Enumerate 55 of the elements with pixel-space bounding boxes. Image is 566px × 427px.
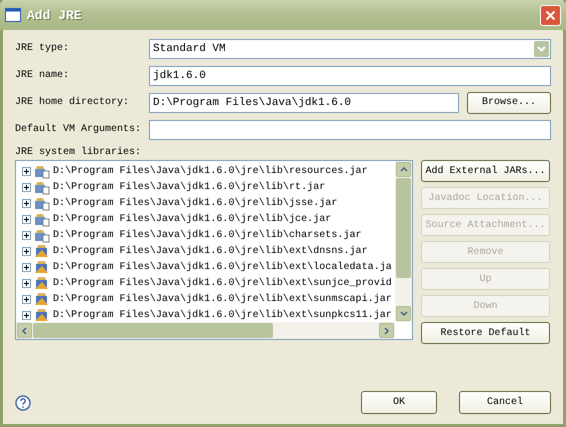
- expand-icon[interactable]: [22, 230, 31, 240]
- window-icon: [5, 8, 21, 22]
- library-button[interactable]: Restore Default: [421, 322, 550, 344]
- close-button[interactable]: [540, 4, 561, 26]
- library-path[interactable]: D:\Program Files\Java\jdk1.6.0\jre\lib\ext\dnsns.jar: [53, 246, 368, 256]
- jar-library-icon: [34, 260, 50, 274]
- input-field[interactable]: D:\Program Files\Java\jdk1.6.0: [149, 92, 459, 112]
- library-path[interactable]: D:\Program Files\Java\jdk1.6.0\jre\lib\charsets.jar: [53, 230, 362, 240]
- browse-button[interactable]: Browse...: [467, 92, 551, 114]
- jar-library-icon: [34, 196, 50, 210]
- scroll-left-icon[interactable]: [22, 326, 27, 334]
- dialog-button[interactable]: OK: [361, 391, 437, 414]
- library-path[interactable]: D:\Program Files\Java\jdk1.6.0\jre\lib\rt.jar: [53, 182, 326, 192]
- library-path[interactable]: D:\Program Files\Java\jdk1.6.0\jre\lib\ext\sunpkcs11.jar: [53, 310, 392, 320]
- jar-library-icon: [34, 228, 50, 242]
- expand-icon[interactable]: [22, 278, 31, 288]
- input-field[interactable]: [149, 120, 551, 140]
- library-button[interactable]: Add External JARs...: [421, 160, 550, 182]
- vertical-scrollbar[interactable]: [395, 161, 412, 322]
- help-icon[interactable]: [15, 394, 31, 410]
- scroll-up-icon[interactable]: [400, 167, 408, 172]
- dialog-button[interactable]: Cancel: [459, 391, 551, 414]
- library-path[interactable]: D:\Program Files\Java\jdk1.6.0\jre\lib\resources.jar: [53, 166, 368, 176]
- field-label: JRE type:: [15, 43, 70, 54]
- jar-library-icon: [34, 164, 50, 178]
- expand-icon[interactable]: [22, 262, 31, 272]
- expand-icon[interactable]: [22, 214, 31, 224]
- horizontal-scrollbar[interactable]: [16, 322, 395, 339]
- jar-library-icon: [34, 308, 50, 322]
- jre-type-dropdown[interactable]: Standard VM: [149, 38, 551, 58]
- close-icon[interactable]: [545, 10, 556, 20]
- input-field[interactable]: jdk1.6.0: [149, 66, 551, 86]
- jar-library-icon: [34, 180, 50, 194]
- jar-library-icon: [34, 292, 50, 306]
- expand-icon[interactable]: [22, 310, 31, 320]
- expand-icon[interactable]: [22, 182, 31, 192]
- expand-icon[interactable]: [22, 166, 31, 176]
- field-label: Default VM Arguments:: [15, 124, 142, 135]
- expand-icon[interactable]: [22, 246, 31, 256]
- expand-icon[interactable]: [22, 294, 31, 304]
- scroll-down-icon[interactable]: [400, 311, 408, 316]
- field-label: JRE name:: [15, 70, 70, 81]
- library-path[interactable]: D:\Program Files\Java\jdk1.6.0\jre\lib\ext\localedata.ja: [53, 262, 392, 272]
- library-path[interactable]: D:\Program Files\Java\jdk1.6.0\jre\lib\ext\sunjce_provid: [53, 278, 392, 288]
- jar-library-icon: [34, 244, 50, 258]
- jar-library-icon: [34, 212, 50, 226]
- library-path[interactable]: D:\Program Files\Java\jdk1.6.0\jre\lib\jce.jar: [53, 214, 332, 224]
- window-title: Add JRE: [27, 8, 83, 22]
- scroll-right-icon[interactable]: [384, 326, 389, 334]
- field-label: JRE home directory:: [15, 97, 130, 108]
- jar-library-icon: [34, 276, 50, 290]
- library-path[interactable]: D:\Program Files\Java\jdk1.6.0\jre\lib\ext\sunmscapi.jar: [53, 294, 392, 304]
- section-label: JRE system libraries:: [15, 147, 142, 158]
- library-path[interactable]: D:\Program Files\Java\jdk1.6.0\jre\lib\jsse.jar: [53, 198, 338, 208]
- expand-icon[interactable]: [22, 198, 31, 208]
